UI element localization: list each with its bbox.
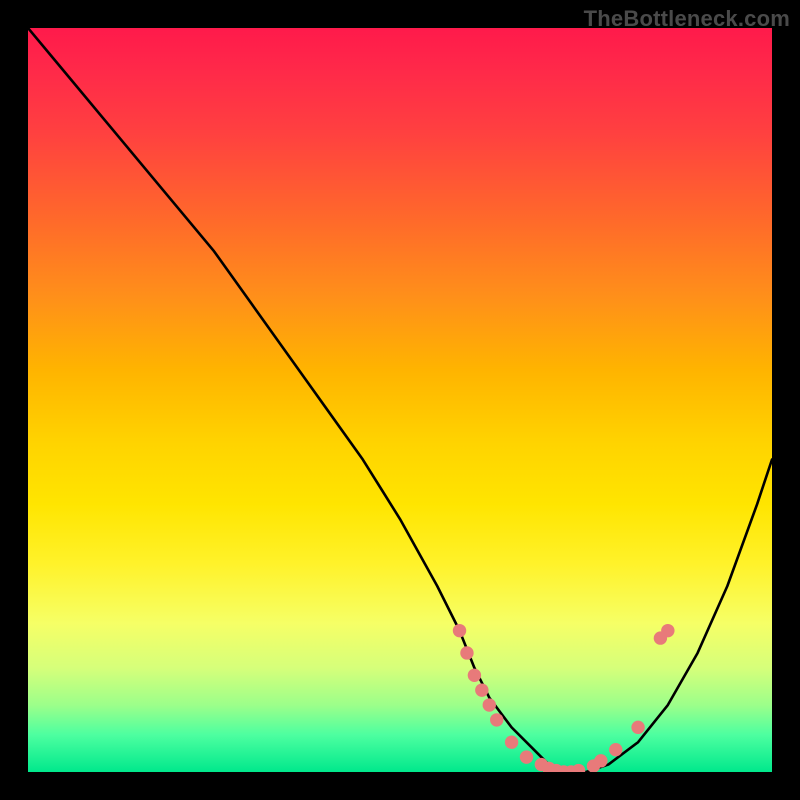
sample-point <box>594 754 607 767</box>
sample-point <box>490 713 503 726</box>
sample-point <box>460 646 473 659</box>
sample-point <box>609 743 622 756</box>
sample-point <box>453 624 466 637</box>
plot-area <box>28 28 772 772</box>
chart-frame: TheBottleneck.com <box>0 0 800 800</box>
sample-point <box>483 698 496 711</box>
chart-svg <box>28 28 772 772</box>
sample-point <box>661 624 674 637</box>
bottleneck-curve <box>28 28 772 772</box>
sample-point <box>631 721 644 734</box>
sample-point <box>475 683 488 696</box>
sample-point <box>505 736 518 749</box>
sample-points <box>453 624 675 772</box>
sample-point <box>572 764 585 772</box>
sample-point <box>520 750 533 763</box>
sample-point <box>468 669 481 682</box>
